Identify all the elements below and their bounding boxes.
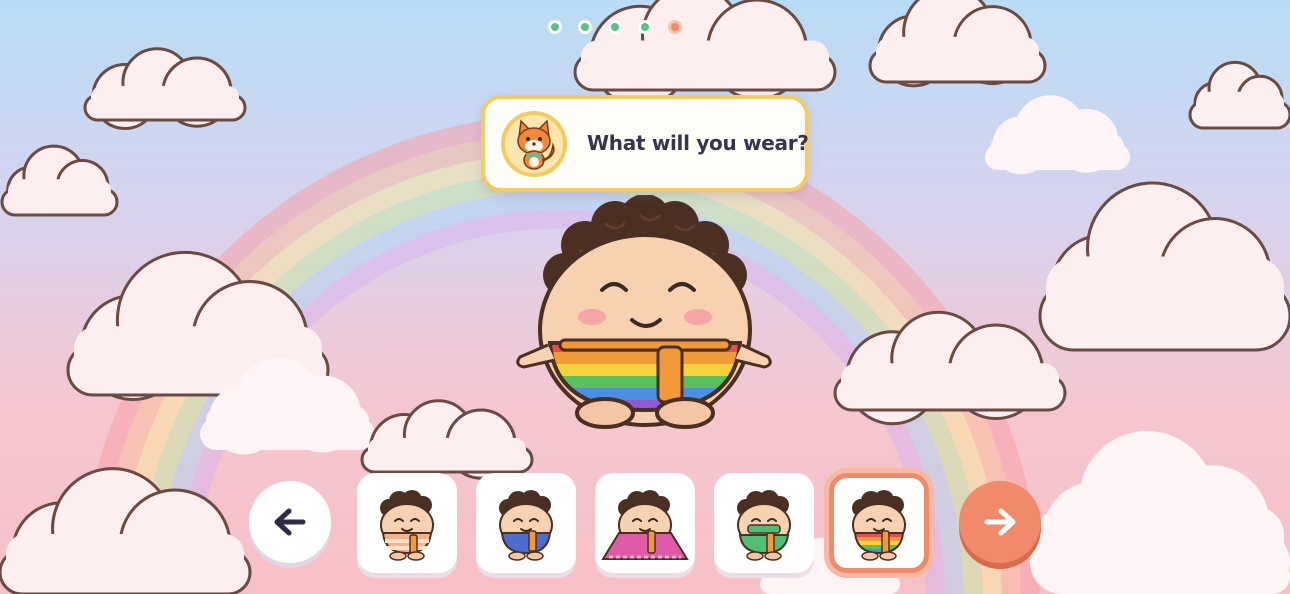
outfit-option-blue-overalls[interactable]: [476, 473, 576, 573]
arrow-left-icon: [274, 508, 306, 536]
cloud: [0, 467, 252, 594]
cloud: [83, 47, 247, 130]
cloud: [985, 95, 1130, 175]
character-outfit: [547, 338, 743, 413]
step-dot-4: [638, 20, 652, 34]
outfit-options: [357, 473, 929, 573]
cloud: [1038, 181, 1290, 352]
outfit-option-rainbow-stripe-selected[interactable]: [829, 473, 929, 573]
cloud: [0, 144, 119, 217]
outfit-option-orange-stripe[interactable]: [357, 473, 457, 573]
prompt-text: What will you wear?: [587, 131, 809, 155]
step-dot-1: [548, 20, 562, 34]
previous-button[interactable]: [249, 481, 331, 563]
outfit-pink-cape-icon: [601, 490, 689, 560]
step-dot-5-current: [668, 20, 682, 34]
outfit-option-green-wrap[interactable]: [714, 473, 814, 573]
outfit-green-wrap-icon: [737, 490, 791, 561]
cloud: [868, 0, 1047, 88]
cloud: [1188, 60, 1290, 130]
outfit-blue-overalls-icon: [499, 490, 553, 561]
step-dot-2: [578, 20, 592, 34]
character-preview: [510, 194, 780, 439]
cloud: [360, 399, 534, 484]
outfit-rainbow-stripe-icon: [852, 490, 906, 561]
step-progress: [548, 20, 682, 34]
cloud: [573, 0, 837, 107]
fox-guide-icon: [501, 111, 567, 177]
outfit-option-pink-cape[interactable]: [595, 473, 695, 573]
outfit-orange-stripe-icon: [380, 490, 434, 561]
step-dot-3: [608, 20, 622, 34]
next-button[interactable]: [959, 481, 1041, 563]
prompt-bubble: What will you wear?: [481, 95, 809, 192]
game-scene: What will you wear?: [0, 0, 1290, 594]
arrow-right-icon: [984, 508, 1016, 536]
